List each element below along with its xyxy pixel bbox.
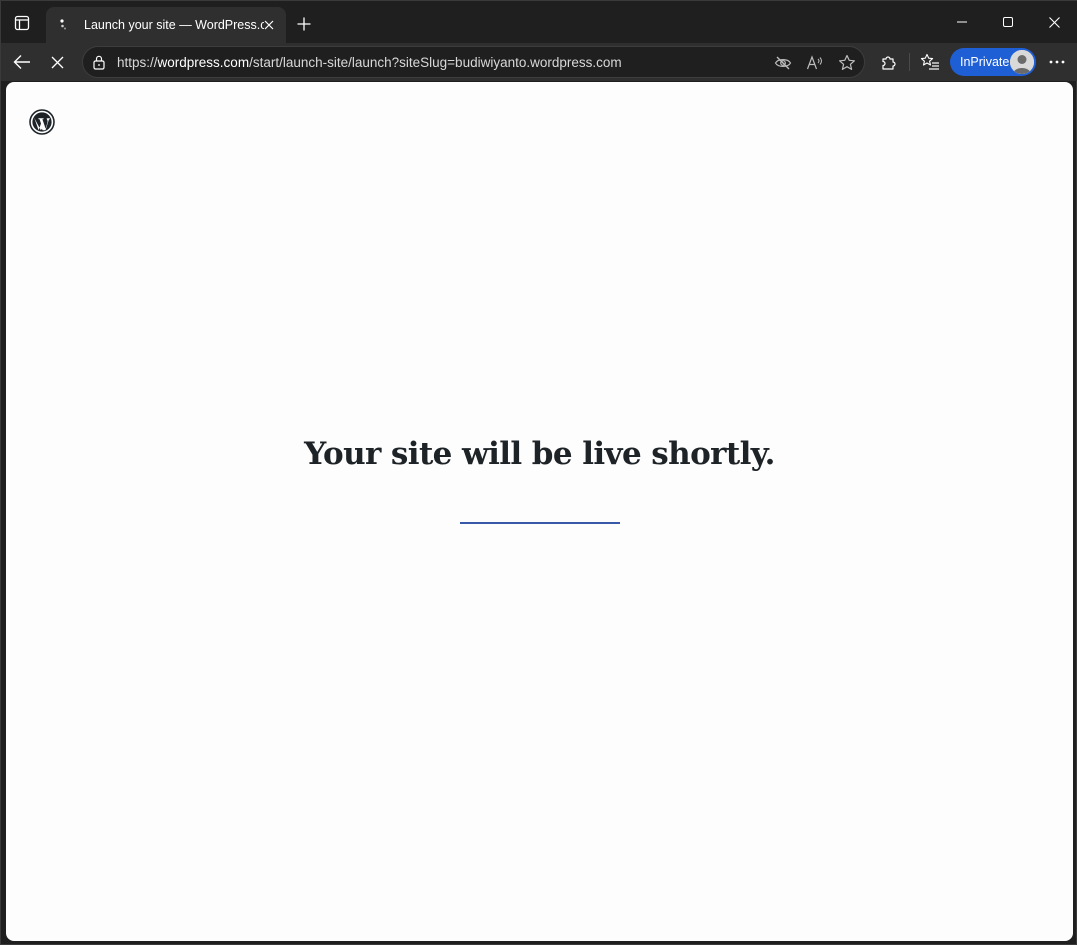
url-path: /start/launch-site/launch?siteSlug=budiw… [249, 55, 622, 70]
active-tab[interactable]: Launch your site — WordPress.co [46, 7, 286, 43]
extensions-button[interactable] [875, 48, 903, 76]
inprivate-profile-button[interactable]: InPrivate [950, 48, 1036, 76]
tab-actions-button[interactable] [9, 10, 35, 36]
avatar [1010, 50, 1034, 74]
lock-icon [93, 55, 105, 70]
read-aloud-button[interactable] [805, 53, 825, 73]
arrow-left-icon [13, 55, 30, 69]
more-horizontal-icon [1049, 60, 1065, 64]
favorites-list-icon [920, 53, 939, 70]
maximize-button[interactable] [985, 7, 1031, 37]
url-text[interactable]: https://wordpress.com/start/launch-site/… [117, 55, 622, 70]
tab-close-button[interactable] [260, 16, 278, 34]
navigation-bar: https://wordpress.com/start/launch-site/… [1, 43, 1077, 81]
tab-bar: Launch your site — WordPress.co [1, 1, 1077, 43]
settings-and-more-button[interactable] [1043, 48, 1071, 76]
tab-actions-icon [14, 15, 30, 31]
back-button[interactable] [8, 48, 36, 76]
puzzle-icon [882, 56, 896, 70]
page-headline: Your site will be live shortly. [304, 436, 775, 472]
launch-progress-fill [460, 522, 620, 524]
toolbar-separator [909, 53, 910, 71]
loading-spinner-icon [56, 17, 72, 33]
launch-progress-bar [460, 522, 620, 524]
minimize-button[interactable] [939, 7, 985, 37]
tracking-prevention-button[interactable] [773, 53, 793, 73]
wordpress-logo[interactable] [29, 109, 55, 135]
tab-title: Launch your site — WordPress.co [84, 18, 264, 32]
address-bar[interactable]: https://wordpress.com/start/launch-site/… [82, 46, 865, 78]
page-viewport: Your site will be live shortly. [6, 82, 1073, 941]
close-icon [1048, 16, 1060, 28]
close-icon [264, 20, 274, 30]
wordpress-icon [29, 109, 55, 135]
inprivate-label: InPrivate [960, 55, 1010, 69]
stop-loading-button[interactable] [43, 48, 71, 76]
close-window-button[interactable] [1031, 7, 1077, 37]
browser-window: Launch your site — WordPress.co https://… [0, 0, 1077, 945]
close-icon [51, 56, 63, 68]
minimize-icon [957, 21, 967, 23]
new-tab-button[interactable] [291, 11, 317, 37]
read-aloud-icon [806, 55, 822, 70]
maximize-icon [1003, 17, 1013, 27]
url-prefix: https:// [117, 55, 158, 70]
favorites-button[interactable] [916, 48, 944, 76]
eye-slash-icon [774, 56, 792, 70]
person-icon [1010, 50, 1034, 74]
star-icon [839, 54, 855, 70]
plus-icon [297, 17, 311, 31]
url-host: wordpress.com [157, 55, 250, 70]
favorite-button[interactable] [837, 53, 857, 73]
